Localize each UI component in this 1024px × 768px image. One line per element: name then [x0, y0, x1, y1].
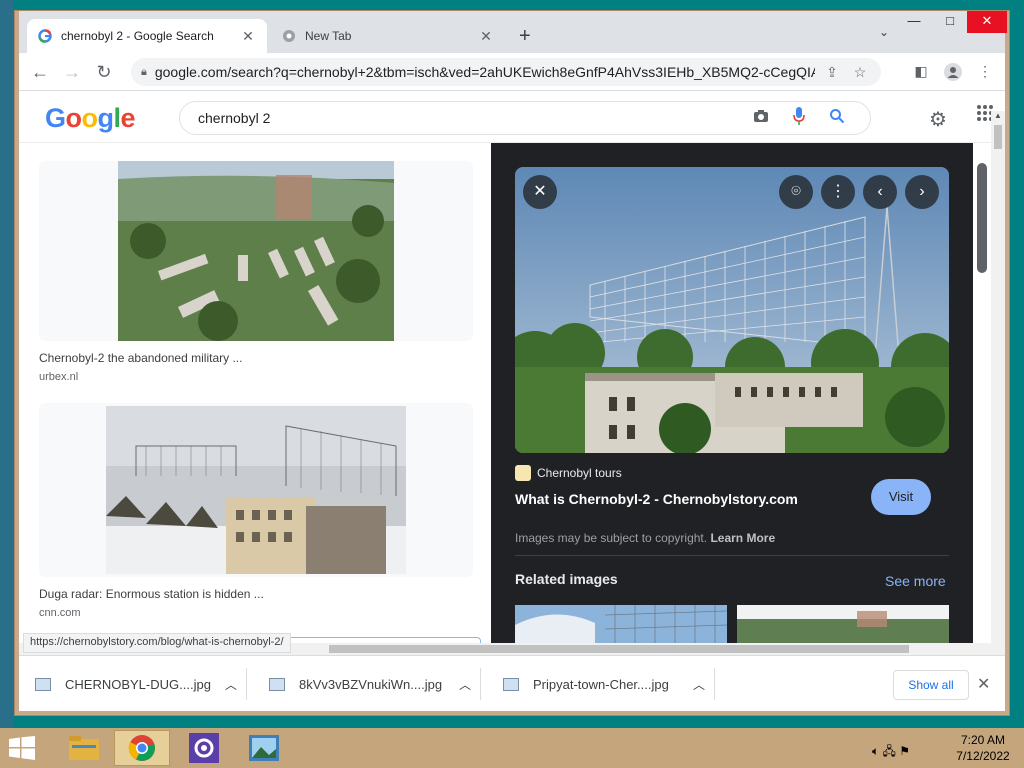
- windows-start-icon[interactable]: [8, 736, 38, 762]
- settings-taskbar-icon[interactable]: [176, 730, 232, 766]
- result-source: cnn.com: [39, 607, 81, 619]
- result-thumbnail[interactable]: [39, 403, 473, 577]
- preview-scrollbar-thumb[interactable]: [977, 163, 987, 273]
- chevron-up-icon[interactable]: ︿: [684, 676, 714, 693]
- clock-time: 7:20 AM: [960, 733, 1006, 747]
- tab-search-chevron-icon[interactable]: ⌄: [879, 25, 889, 39]
- search-input[interactable]: chernobyl 2: [198, 110, 738, 126]
- chevron-up-icon[interactable]: ︿: [216, 676, 246, 693]
- more-options-icon[interactable]: ⋮: [821, 175, 855, 209]
- action-center-flag-icon[interactable]: ⚑: [899, 744, 910, 758]
- maximize-button[interactable]: □: [933, 11, 967, 33]
- close-downloads-icon[interactable]: ✕: [977, 674, 990, 694]
- scrollbar-thumb[interactable]: [994, 125, 1002, 149]
- source-favicon-icon: [515, 465, 531, 481]
- close-tab-icon[interactable]: ✕: [239, 28, 257, 45]
- desktop-edge: [0, 0, 14, 728]
- previous-image-icon[interactable]: ‹: [863, 175, 897, 209]
- see-more-link[interactable]: See more: [885, 573, 946, 589]
- back-arrow-icon[interactable]: ←: [29, 61, 51, 83]
- result-card[interactable]: Chernobyl-2 the abandoned military ... u…: [39, 161, 473, 383]
- download-item[interactable]: 8kVv3vBZVnukiWn....jpg ︿: [253, 668, 481, 700]
- image-preview-panel: ✕ ⌾ ⋮ ‹ › Chernobyl tours What is Cherno…: [491, 143, 973, 643]
- download-filename[interactable]: Pripyat-town-Cher....jpg: [533, 677, 684, 692]
- lens-search-icon[interactable]: ⌾: [779, 175, 813, 209]
- address-url[interactable]: google.com/search?q=chernobyl+2&tbm=isch…: [155, 64, 815, 80]
- tab-google-search[interactable]: chernobyl 2 - Google Search ✕: [27, 19, 267, 53]
- tab-strip: chernobyl 2 - Google Search ✕ New Tab ✕ …: [19, 11, 1007, 53]
- image-file-icon: [269, 677, 285, 691]
- browser-window: chernobyl 2 - Google Search ✕ New Tab ✕ …: [14, 10, 1010, 716]
- horizontal-scrollbar-thumb[interactable]: [329, 645, 909, 653]
- show-all-button[interactable]: Show all: [893, 670, 969, 700]
- browser-content: chernobyl 2 - Google Search ✕ New Tab ✕ …: [19, 11, 1007, 711]
- chrome-icon: [281, 28, 297, 44]
- chrome-taskbar-icon[interactable]: [114, 730, 170, 766]
- search-icon[interactable]: [822, 108, 852, 128]
- profile-avatar-icon[interactable]: [943, 63, 963, 83]
- scroll-up-arrow-icon[interactable]: ▲: [994, 111, 1002, 120]
- address-bar[interactable]: 🔒︎ google.com/search?q=chernobyl+2&tbm=i…: [131, 58, 881, 86]
- result-caption[interactable]: Duga radar: Enormous station is hidden .…: [39, 587, 473, 601]
- image-file-icon: [35, 677, 51, 691]
- window-close-button[interactable]: ✕: [967, 11, 1007, 33]
- clock-date: 7/12/2022: [956, 749, 1010, 763]
- search-box[interactable]: chernobyl 2: [179, 101, 871, 135]
- result-thumbnail[interactable]: [39, 161, 473, 341]
- tab-new-tab[interactable]: New Tab ✕: [271, 19, 505, 53]
- download-filename[interactable]: 8kVv3vBZVnukiWn....jpg: [299, 677, 450, 692]
- preview-source[interactable]: Chernobyl tours: [515, 465, 622, 481]
- file-explorer-icon[interactable]: [56, 730, 112, 766]
- preview-image[interactable]: ✕ ⌾ ⋮ ‹ ›: [515, 167, 949, 453]
- network-icon[interactable]: 🖧: [883, 744, 896, 758]
- side-panel-icon[interactable]: ◧: [911, 63, 931, 83]
- bookmark-star-icon[interactable]: ☆: [849, 64, 871, 81]
- related-image[interactable]: [515, 605, 727, 643]
- close-preview-icon[interactable]: ✕: [523, 175, 557, 209]
- camera-lens-icon[interactable]: [746, 109, 776, 127]
- chevron-up-icon[interactable]: ︿: [450, 676, 480, 693]
- share-icon[interactable]: ⇪: [821, 64, 843, 81]
- source-name[interactable]: Chernobyl tours: [537, 466, 622, 480]
- speaker-muted-icon[interactable]: 🔈︎: [872, 744, 879, 758]
- result-card[interactable]: Duga radar: Enormous station is hidden .…: [39, 403, 473, 619]
- status-bar-url: https://chernobylstory.com/blog/what-is-…: [23, 633, 291, 653]
- forward-arrow-icon[interactable]: →: [61, 61, 83, 83]
- related-image[interactable]: [737, 605, 949, 643]
- clock[interactable]: 7:20 AM 7/12/2022: [948, 732, 1018, 764]
- copyright-notice: Images may be subject to copyright. Lear…: [515, 531, 776, 545]
- visit-button[interactable]: Visit: [871, 479, 931, 515]
- chrome-menu-icon[interactable]: ⋮: [975, 63, 995, 83]
- google-logo[interactable]: Google: [45, 103, 136, 134]
- google-g-icon: [37, 28, 53, 44]
- gear-icon[interactable]: ⚙: [929, 107, 947, 132]
- microphone-icon[interactable]: [784, 107, 814, 129]
- minimize-button[interactable]: —: [897, 11, 931, 33]
- reload-icon[interactable]: ↻: [93, 61, 115, 83]
- new-tab-plus-icon[interactable]: +: [519, 25, 531, 48]
- taskbar: 🔈︎ 🖧 ⚑ 7:20 AM 7/12/2022: [0, 728, 1024, 768]
- downloads-bar: CHERNOBYL-DUG....jpg ︿ 8kVv3vBZVnukiWn..…: [19, 655, 1005, 711]
- system-tray[interactable]: 🔈︎ 🖧 ⚑: [872, 742, 910, 763]
- tab-title: chernobyl 2 - Google Search: [61, 29, 214, 43]
- download-item[interactable]: CHERNOBYL-DUG....jpg ︿: [19, 668, 247, 700]
- result-caption[interactable]: Chernobyl-2 the abandoned military ...: [39, 351, 473, 365]
- browser-toolbar: ← → ↻ 🔒︎ google.com/search?q=chernobyl+2…: [19, 53, 1005, 91]
- tab-title: New Tab: [305, 29, 352, 43]
- result-source: urbex.nl: [39, 371, 79, 383]
- image-file-icon: [503, 677, 519, 691]
- download-item[interactable]: Pripyat-town-Cher....jpg ︿: [487, 668, 715, 700]
- divider: [515, 555, 949, 556]
- next-image-icon[interactable]: ›: [905, 175, 939, 209]
- photos-taskbar-icon[interactable]: [236, 730, 292, 766]
- related-images-heading: Related images: [515, 571, 618, 587]
- google-header: Google chernobyl 2 ⚙: [19, 91, 1005, 143]
- download-filename[interactable]: CHERNOBYL-DUG....jpg: [65, 677, 216, 692]
- close-tab-icon[interactable]: ✕: [477, 28, 495, 45]
- image-results: Chernobyl-2 the abandoned military ... u…: [19, 143, 491, 643]
- learn-more-link[interactable]: Learn More: [710, 531, 775, 545]
- lock-icon[interactable]: 🔒︎: [141, 66, 147, 79]
- preview-title[interactable]: What is Chernobyl-2 - Chernobylstory.com: [515, 491, 798, 507]
- page-scrollbar[interactable]: ▲: [991, 111, 1005, 653]
